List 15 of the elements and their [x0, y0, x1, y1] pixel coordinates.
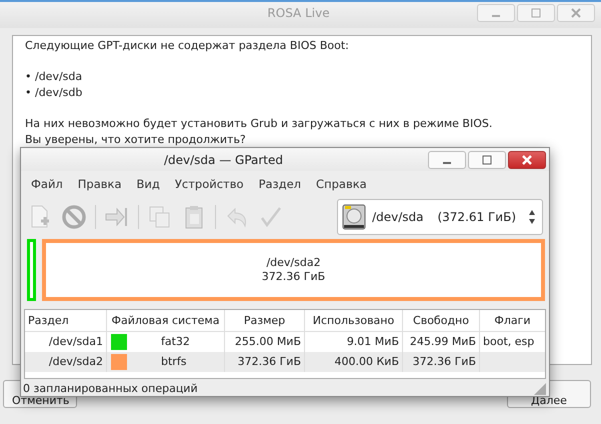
table-cell: 372.36 ГиБ — [225, 352, 305, 372]
table-cell: 400.00 КиБ — [305, 352, 403, 372]
message-line: Вы уверены, что хотите продолжить? — [25, 132, 247, 148]
table-cell: 372.36 ГиБ — [403, 352, 480, 372]
message-line: • /dev/sdb — [25, 85, 84, 101]
table-cell: btrfs — [161, 355, 186, 368]
table-cell-text: boot, esp — [482, 334, 536, 350]
message-line: Следующие GPT-диски не содержат раздела BIOS Boot: — [25, 38, 350, 54]
window-title: /dev/sda — GParted — [162, 152, 284, 167]
status-text: 0 запланированных операций — [23, 382, 198, 395]
table-cell: fat32 — [161, 335, 190, 348]
table-cell: /dev/sda2 — [25, 352, 107, 372]
message-line: • /dev/sda — [25, 69, 84, 85]
window-title: ROSA Live — [266, 6, 331, 20]
message-line: На них невозможно будет установить Grub и загружаться с них в режиме BIOS. — [25, 116, 494, 132]
